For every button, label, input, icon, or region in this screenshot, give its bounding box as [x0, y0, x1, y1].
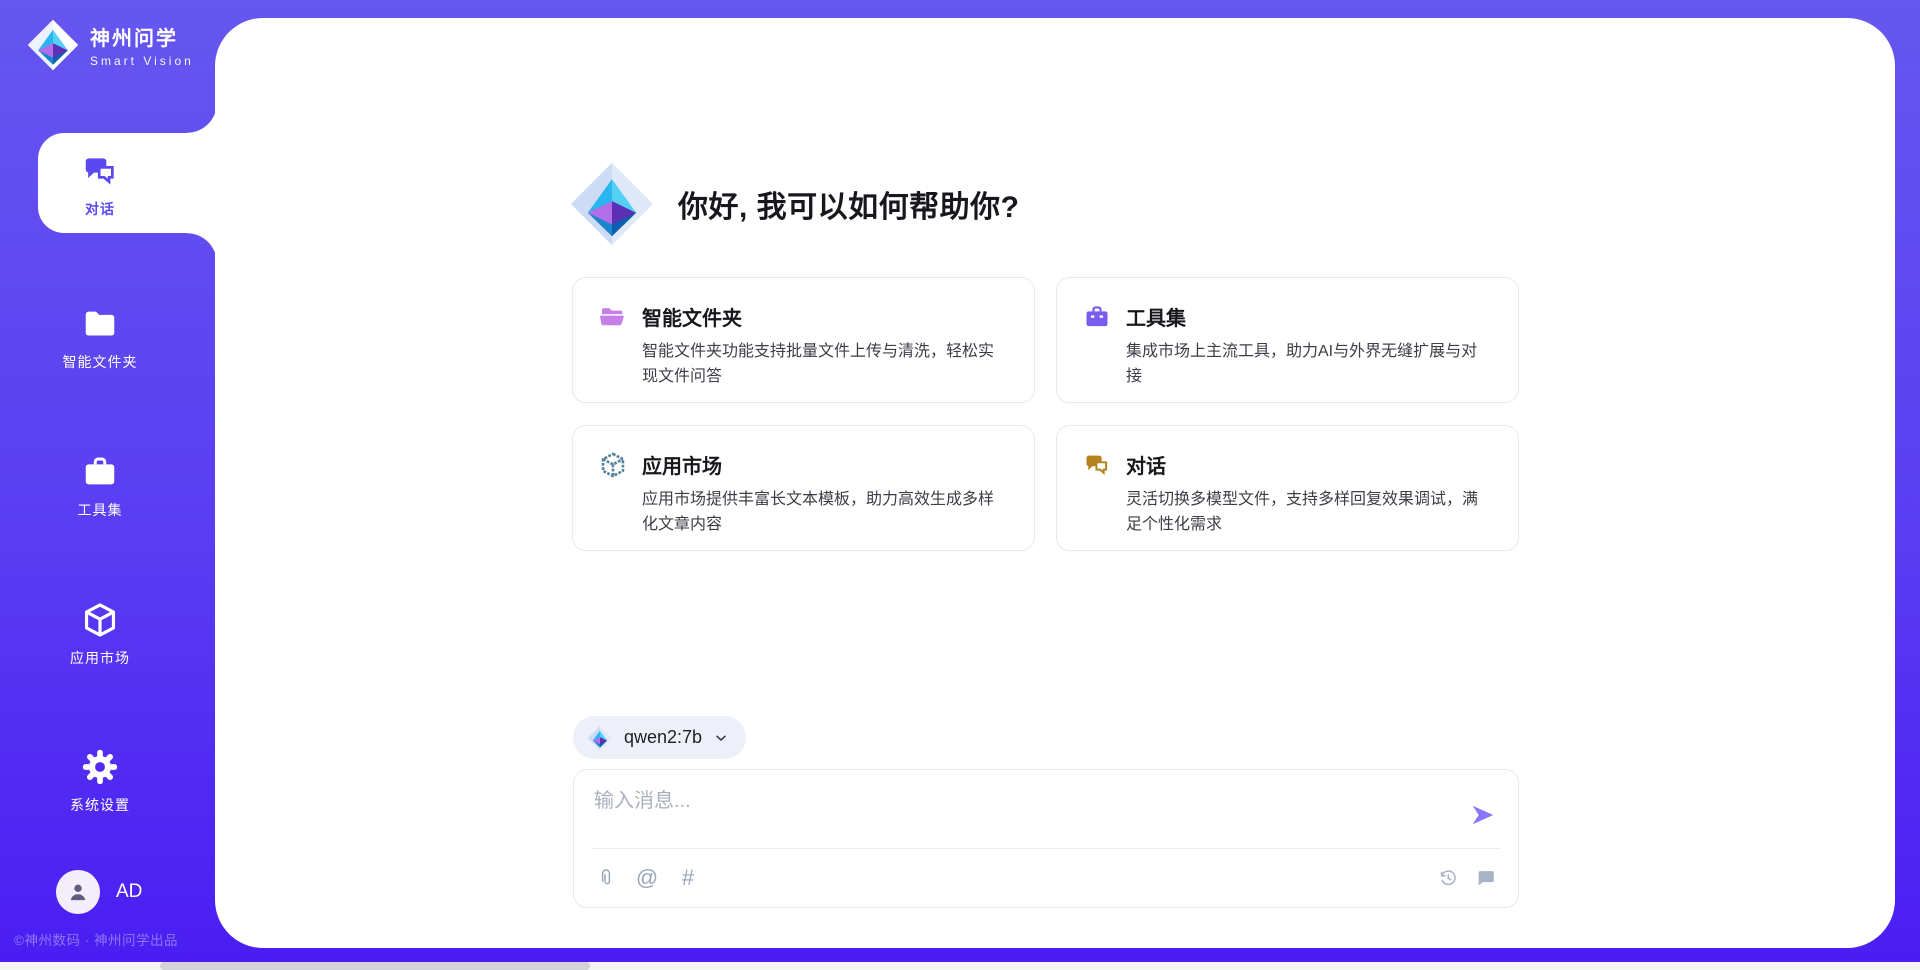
card-app-market[interactable]: 应用市场 应用市场提供丰富长文本模板，助力高效生成多样化文章内容 [572, 425, 1035, 551]
chat-icon [81, 152, 119, 190]
brand-name-cn: 神州问学 [90, 22, 194, 51]
message-input[interactable] [594, 784, 1448, 840]
message-composer: @ # [573, 769, 1519, 908]
sidebar-item-label: 系统设置 [70, 795, 130, 815]
sidebar-item-label: 智能文件夹 [63, 352, 138, 372]
brand-logo: 神州问学 Smart Vision [26, 18, 194, 72]
brand-name-en: Smart Vision [90, 54, 194, 68]
sidebar-item-label: 应用市场 [70, 648, 130, 668]
model-diamond-icon [587, 725, 613, 751]
send-icon[interactable] [1470, 802, 1496, 828]
sidebar-item-settings[interactable]: 系统设置 [0, 731, 200, 831]
cube-icon [599, 451, 627, 479]
at-icon[interactable]: @ [635, 866, 659, 890]
toolbox-icon [1083, 303, 1111, 331]
paperclip-icon[interactable] [594, 866, 618, 890]
cube-icon [81, 601, 119, 639]
sidebar-item-app-market[interactable]: 应用市场 [0, 584, 200, 684]
sidebar-item-label: 对话 [85, 199, 115, 219]
card-description: 集成市场上主流工具，助力AI与外界无缝扩展与对接 [1126, 340, 1492, 390]
chat-icon [1083, 451, 1111, 479]
user-account[interactable]: AD [56, 870, 142, 914]
card-title: 对话 [1126, 450, 1492, 479]
scrollbar-thumb[interactable] [160, 962, 590, 970]
user-initials: AD [116, 881, 142, 903]
card-description: 灵活切换多模型文件，支持多样回复效果调试，满足个性化需求 [1126, 488, 1492, 538]
toolbox-icon [81, 453, 119, 491]
chevron-down-icon [713, 730, 729, 746]
person-icon [65, 879, 91, 905]
card-description: 智能文件夹功能支持批量文件上传与清洗，轻松实现文件问答 [642, 340, 1008, 390]
sidebar-item-label: 工具集 [78, 500, 123, 520]
folder-open-icon [599, 303, 627, 331]
card-title: 应用市场 [642, 450, 1008, 479]
hash-icon[interactable]: # [676, 866, 700, 890]
sidebar-item-chat[interactable]: 对话 [0, 135, 200, 235]
history-icon[interactable] [1436, 866, 1460, 890]
greeting-title: 你好, 我可以如何帮助你? [678, 182, 1020, 226]
avatar [56, 870, 100, 914]
model-selector[interactable]: qwen2:7b [573, 716, 746, 759]
card-title: 工具集 [1126, 302, 1492, 331]
copyright-footer: ©神州数码 · 神州问学出品 [14, 929, 214, 949]
brand-diamond-icon [26, 18, 80, 72]
message-icon[interactable] [1474, 866, 1498, 890]
sidebar-item-smart-folder[interactable]: 智能文件夹 [0, 288, 200, 388]
card-toolset[interactable]: 工具集 集成市场上主流工具，助力AI与外界无缝扩展与对接 [1056, 277, 1519, 403]
greeting-header: 你好, 我可以如何帮助你? [568, 160, 1020, 248]
card-title: 智能文件夹 [642, 302, 1008, 331]
composer-toolbar: @ # [594, 849, 1498, 907]
sidebar-item-toolset[interactable]: 工具集 [0, 436, 200, 536]
model-name: qwen2:7b [624, 727, 702, 748]
card-chat[interactable]: 对话 灵活切换多模型文件，支持多样回复效果调试，满足个性化需求 [1056, 425, 1519, 551]
horizontal-scrollbar[interactable] [0, 962, 1920, 970]
feature-cards: 智能文件夹 智能文件夹功能支持批量文件上传与清洗，轻松实现文件问答 工具集 集成… [572, 277, 1519, 551]
gear-icon [81, 748, 119, 786]
card-description: 应用市场提供丰富长文本模板，助力高效生成多样化文章内容 [642, 488, 1008, 538]
sidebar: 神州问学 Smart Vision 对话 智能文件夹 [0, 0, 215, 970]
folder-icon [81, 305, 119, 343]
card-smart-folder[interactable]: 智能文件夹 智能文件夹功能支持批量文件上传与清洗，轻松实现文件问答 [572, 277, 1035, 403]
assistant-diamond-icon [568, 160, 656, 248]
